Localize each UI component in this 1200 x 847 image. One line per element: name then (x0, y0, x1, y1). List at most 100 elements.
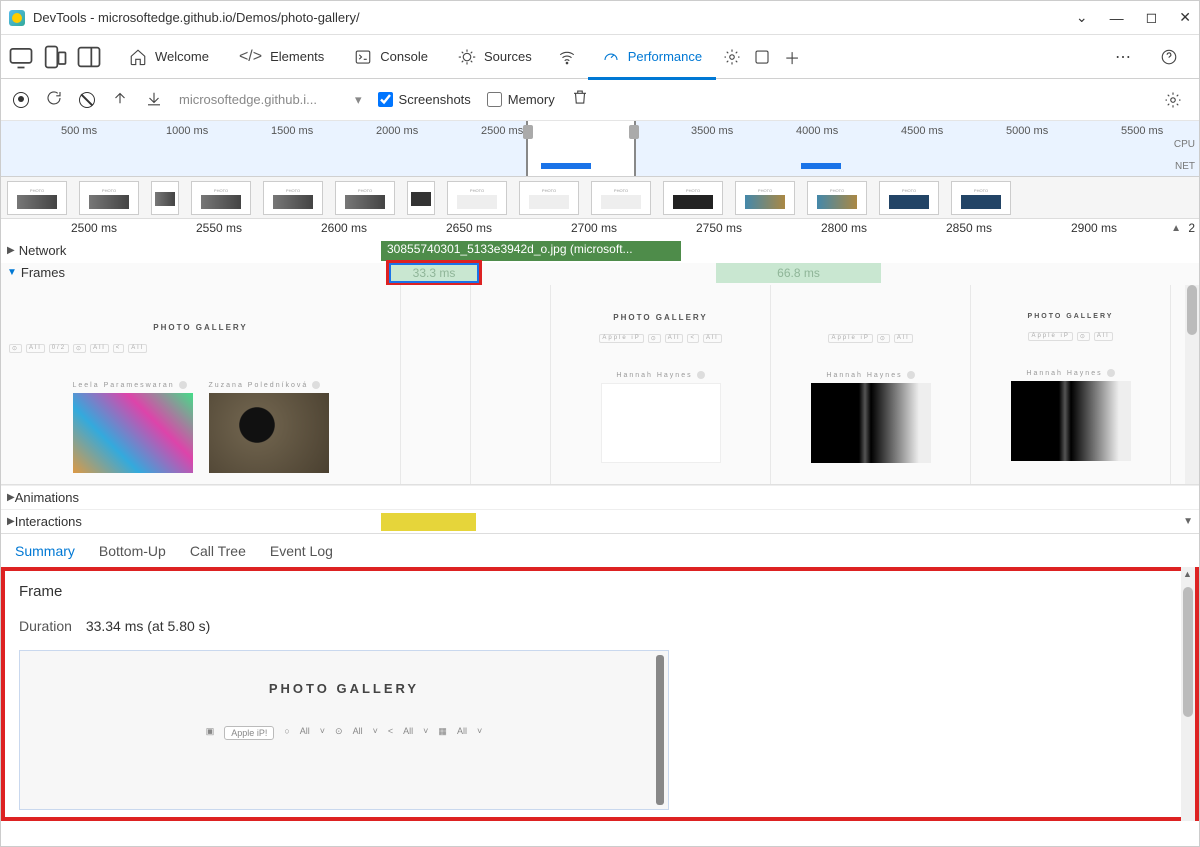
expand-icon[interactable]: ▶ (7, 516, 15, 527)
timeline-overview[interactable]: 500 ms 1000 ms 1500 ms 2000 ms 2500 ms 3… (1, 121, 1199, 177)
net-activity-bar (541, 163, 591, 169)
cpu-label: CPU (1174, 139, 1195, 150)
network-track-header[interactable]: ▶ Network (1, 241, 72, 260)
thumbnail-photo (73, 393, 193, 473)
scrollbar-thumb[interactable] (1183, 587, 1193, 717)
thumbnail-photo (811, 383, 931, 463)
interaction-bar[interactable] (381, 513, 476, 531)
recording-url[interactable]: microsoftedge.github.i... (179, 92, 339, 107)
performance-toolbar: microsoftedge.github.i... ▾ Screenshots … (1, 79, 1199, 121)
thumbnail-photo (601, 383, 721, 463)
tab-elements[interactable]: </> Elements (225, 42, 338, 72)
net-activity-bar (801, 163, 841, 169)
tab-console[interactable]: Console (340, 42, 442, 72)
minimize-button[interactable]: ― (1110, 10, 1124, 26)
scroll-down-icon[interactable]: ▼ (1183, 516, 1193, 527)
dropdown-caret-icon[interactable]: ▾ (355, 92, 362, 108)
settings-gear-icon[interactable] (1159, 86, 1187, 114)
ov-tick: 500 ms (61, 125, 97, 137)
gauge-icon (602, 48, 620, 66)
reload-button[interactable] (45, 89, 63, 110)
download-icon[interactable] (145, 89, 163, 110)
tab-label: Console (380, 49, 428, 64)
details-heading: Frame (19, 583, 1181, 600)
tab-event-log[interactable]: Event Log (270, 543, 333, 559)
wifi-icon (558, 48, 576, 66)
frames-filmstrip[interactable]: PHOTO GALLERY ⊙All0/2⊙All<All Leela Para… (1, 285, 1199, 485)
chevron-down-icon[interactable]: ⌄ (1076, 9, 1088, 26)
tab-call-tree[interactable]: Call Tree (190, 543, 246, 559)
scroll-up-icon[interactable]: ▲ (1183, 569, 1192, 579)
ov-tick: 3500 ms (691, 125, 733, 137)
tab-welcome[interactable]: Welcome (115, 42, 223, 72)
flamechart-area[interactable]: ▶ Network 30855740301_5133e3942d_o.jpg (… (1, 241, 1199, 533)
tab-performance[interactable]: Performance (588, 42, 716, 72)
inspect-icon[interactable] (7, 43, 35, 71)
ov-tick: 2000 ms (376, 125, 418, 137)
console-icon (354, 48, 372, 66)
ov-tick: 4500 ms (901, 125, 943, 137)
tab-summary[interactable]: Summary (15, 543, 75, 559)
animations-track[interactable]: ▶ Animations (1, 485, 1199, 509)
home-icon (129, 48, 147, 66)
device-toggle-icon[interactable] (41, 43, 69, 71)
more-icon[interactable]: ⋯ (1109, 43, 1137, 71)
plus-icon[interactable]: ＋ (778, 43, 806, 71)
bug-icon (458, 48, 476, 66)
ov-tick: 1500 ms (271, 125, 313, 137)
scrollbar-vertical[interactable]: ▲ (1181, 567, 1195, 821)
duration-label: Duration (19, 618, 72, 634)
detail-ruler[interactable]: 2500 ms 2550 ms 2600 ms 2650 ms 2700 ms … (1, 219, 1199, 241)
close-button[interactable]: ✕ (1179, 9, 1191, 26)
title-bar: DevTools - microsoftedge.github.io/Demos… (1, 1, 1199, 35)
ov-tick: 1000 ms (166, 125, 208, 137)
gear-icon[interactable] (718, 43, 746, 71)
thumbnail-photo (1011, 381, 1131, 461)
collapse-icon[interactable]: ▼ (7, 267, 17, 278)
screenshots-checkbox-input[interactable] (378, 92, 393, 107)
camera-icon: ▣ (206, 726, 215, 740)
memory-checkbox[interactable]: Memory (487, 92, 555, 107)
ov-tick: 2500 ms (481, 125, 523, 137)
scroll-up-icon[interactable]: ▲ (1171, 223, 1181, 234)
details-tabs: Summary Bottom-Up Call Tree Event Log (1, 533, 1199, 567)
preview-scrollbar (656, 655, 664, 805)
net-label: NET (1175, 161, 1195, 172)
selection-handle-left[interactable] (523, 125, 533, 139)
expand-icon[interactable]: ▶ (7, 245, 15, 256)
duration-value: 33.34 ms (at 5.80 s) (86, 618, 211, 634)
frame-bar[interactable]: 66.8 ms (716, 263, 881, 283)
network-request-bar[interactable]: 30855740301_5133e3942d_o.jpg (microsoft.… (381, 241, 681, 261)
overview-thumbnails[interactable]: PHOTO PHOTO PHOTO PHOTO PHOTO PHOTO PHOT… (1, 177, 1199, 219)
tab-network-icon-only[interactable] (548, 42, 586, 72)
scrollbar-thumb[interactable] (1187, 285, 1197, 335)
ov-tick: 4000 ms (796, 125, 838, 137)
frames-track-header[interactable]: ▼ Frames (1, 263, 71, 282)
interactions-track[interactable]: ▶ Interactions ▼ (1, 509, 1199, 533)
record-button[interactable] (13, 92, 29, 108)
upload-icon[interactable] (111, 89, 129, 110)
frame-bar-selected[interactable]: 33.3 ms (389, 263, 479, 283)
help-icon[interactable] (1155, 43, 1183, 71)
ov-tick: 5500 ms (1121, 125, 1163, 137)
tab-bottom-up[interactable]: Bottom-Up (99, 543, 166, 559)
tab-sources[interactable]: Sources (444, 42, 546, 72)
clear-button[interactable] (79, 92, 95, 108)
dock-side-icon[interactable] (75, 43, 103, 71)
summary-panel: Frame Duration 33.34 ms (at 5.80 s) PHOT… (1, 567, 1199, 821)
window-title: DevTools - microsoftedge.github.io/Demos… (33, 10, 1076, 25)
maximize-button[interactable]: ◻ (1146, 9, 1158, 26)
scrollbar-vertical[interactable] (1185, 285, 1199, 484)
expand-icon[interactable]: ▶ (7, 492, 15, 503)
tab-label: Performance (628, 49, 702, 64)
ov-tick: 5000 ms (1006, 125, 1048, 137)
tab-label: Sources (484, 49, 532, 64)
selection-handle-right[interactable] (629, 125, 639, 139)
memory-checkbox-input[interactable] (487, 92, 502, 107)
screenshots-checkbox[interactable]: Screenshots (378, 92, 471, 107)
devtools-tabs: Welcome </> Elements Console Sources Per… (1, 35, 1199, 79)
tab-label: Welcome (155, 49, 209, 64)
code-icon: </> (239, 48, 262, 66)
trash-icon[interactable] (571, 88, 589, 111)
detach-icon[interactable] (748, 43, 776, 71)
